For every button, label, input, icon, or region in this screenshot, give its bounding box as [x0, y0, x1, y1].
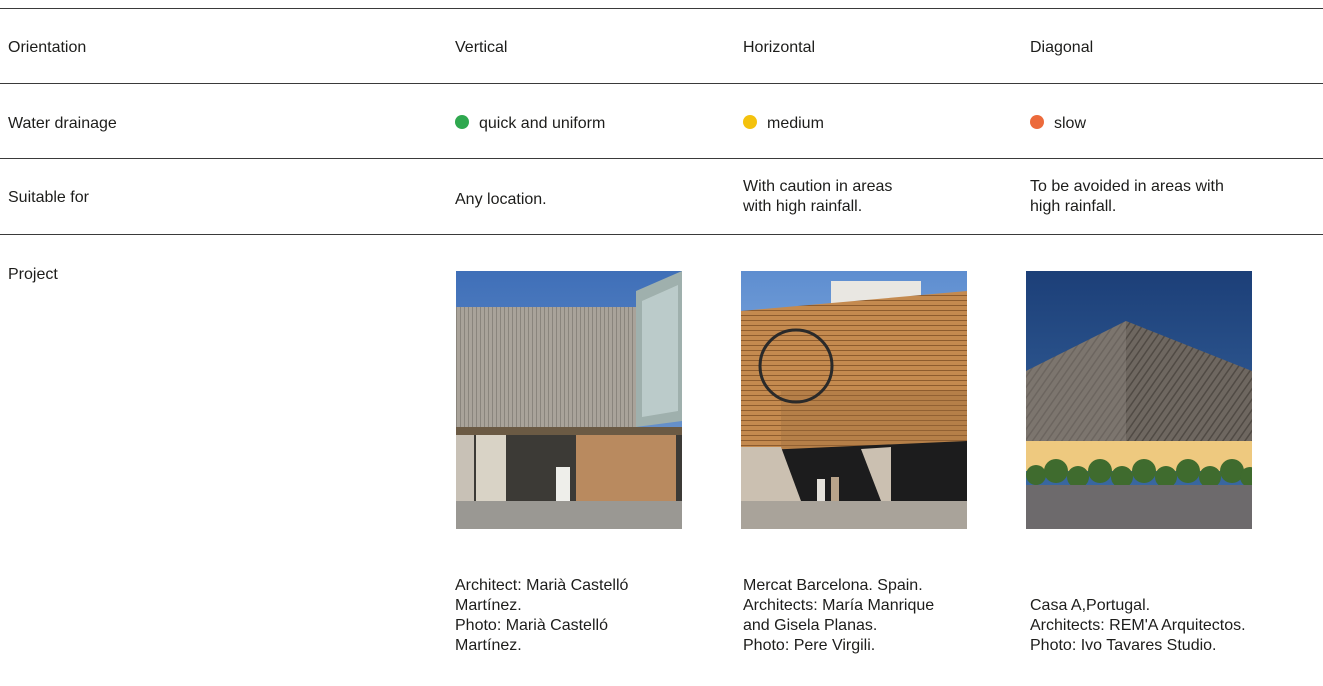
drainage-horizontal: medium	[743, 114, 824, 134]
drainage-vertical-text: quick and uniform	[479, 115, 606, 132]
caption-line: Photo: Marià Castelló	[455, 617, 608, 634]
row-divider	[0, 83, 1323, 84]
caption-line: Photo: Ivo Tavares Studio.	[1030, 637, 1217, 654]
caption-horizontal: Mercat Barcelona. Spain. Architects: Mar…	[743, 576, 1003, 656]
table-top-rule	[0, 8, 1323, 9]
status-dot-icon	[743, 115, 757, 129]
project-photo-horizontal	[741, 271, 967, 529]
suitable-vertical: Any location.	[455, 190, 547, 210]
drainage-diagonal: slow	[1030, 114, 1086, 134]
caption-line: Martínez.	[455, 637, 522, 654]
project-label: Project	[8, 266, 58, 283]
column-header-horizontal: Horizontal	[743, 39, 816, 56]
status-dot-icon	[455, 115, 469, 129]
suitable-horizontal-line: With caution in areas	[743, 178, 893, 195]
project-photo-vertical	[456, 271, 682, 529]
suitable-diagonal-line: To be avoided in areas with	[1030, 178, 1224, 195]
row-divider	[0, 234, 1323, 235]
suitable-vertical-line: Any location.	[455, 191, 547, 208]
orientation-label: Orientation	[8, 39, 87, 56]
caption-line: Photo: Pere Virgili.	[743, 637, 876, 654]
drainage-horizontal-text: medium	[767, 115, 824, 132]
caption-vertical: Architect: Marià Castelló Martínez. Phot…	[455, 576, 715, 656]
drainage-vertical: quick and uniform	[455, 114, 605, 134]
suitable-horizontal-line: with high rainfall.	[743, 198, 863, 215]
column-header-diagonal: Diagonal	[1030, 39, 1094, 56]
caption-line: Architects: REM'A Arquitectos.	[1030, 617, 1246, 634]
caption-line: Martínez.	[455, 597, 522, 614]
project-photo-diagonal	[1026, 271, 1252, 529]
status-dot-icon	[1030, 115, 1044, 129]
suitable-diagonal-line: high rainfall.	[1030, 198, 1117, 215]
caption-line: and Gisela Planas.	[743, 617, 878, 634]
water-drainage-label: Water drainage	[8, 115, 117, 132]
caption-line: Casa A,Portugal.	[1030, 597, 1151, 614]
row-divider	[0, 158, 1323, 159]
column-header-vertical: Vertical	[455, 39, 508, 56]
caption-line: Architect: Marià Castelló	[455, 577, 629, 594]
caption-diagonal: Casa A,Portugal. Architects: REM'A Arqui…	[1030, 596, 1320, 656]
drainage-diagonal-text: slow	[1054, 115, 1087, 132]
caption-line: Mercat Barcelona. Spain.	[743, 577, 923, 594]
suitable-horizontal: With caution in areas with high rainfall…	[743, 177, 892, 217]
suitable-diagonal: To be avoided in areas with high rainfal…	[1030, 177, 1224, 217]
suitable-for-label: Suitable for	[8, 189, 89, 206]
caption-line: Architects: María Manrique	[743, 597, 935, 614]
